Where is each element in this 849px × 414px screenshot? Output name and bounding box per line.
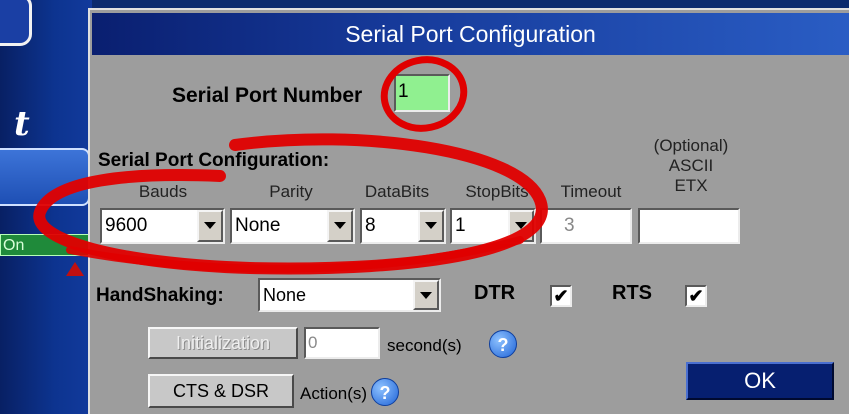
- annotation-overlay: [33, 56, 548, 275]
- port-number-highlight-circle: [380, 56, 468, 132]
